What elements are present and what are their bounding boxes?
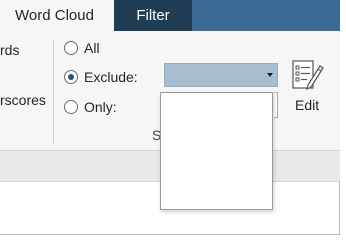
exclude-list-combobox[interactable] [164,63,278,87]
radio-selected-dot [68,74,74,80]
only-list-combobox[interactable] [274,92,278,118]
radio-only[interactable]: Only: [64,97,117,117]
ribbon-tab-strip: Word Cloud Filter [0,0,340,31]
radio-all-label: All [84,40,100,56]
tab-filter[interactable]: Filter [114,0,192,31]
group-divider [53,40,54,144]
words-option-label[interactable]: rds [0,42,19,58]
radio-exclude[interactable]: Exclude: [64,67,138,87]
radio-all-circle[interactable] [64,41,78,55]
exclude-list-dropdown[interactable] [160,92,273,210]
edit-button-label[interactable]: Edit [295,97,319,113]
scores-option-label[interactable]: rscores [0,92,46,108]
radio-all[interactable]: All [64,38,100,58]
tab-word-cloud[interactable]: Word Cloud [0,0,114,31]
radio-exclude-circle[interactable] [64,70,78,84]
app-window: Word Cloud Filter rds rscores All Exclud… [0,0,340,235]
radio-exclude-label: Exclude: [84,69,138,85]
radio-only-circle[interactable] [64,100,78,114]
radio-only-label: Only: [84,99,117,115]
chevron-down-icon[interactable] [267,73,273,77]
edit-list-icon[interactable] [290,58,326,92]
